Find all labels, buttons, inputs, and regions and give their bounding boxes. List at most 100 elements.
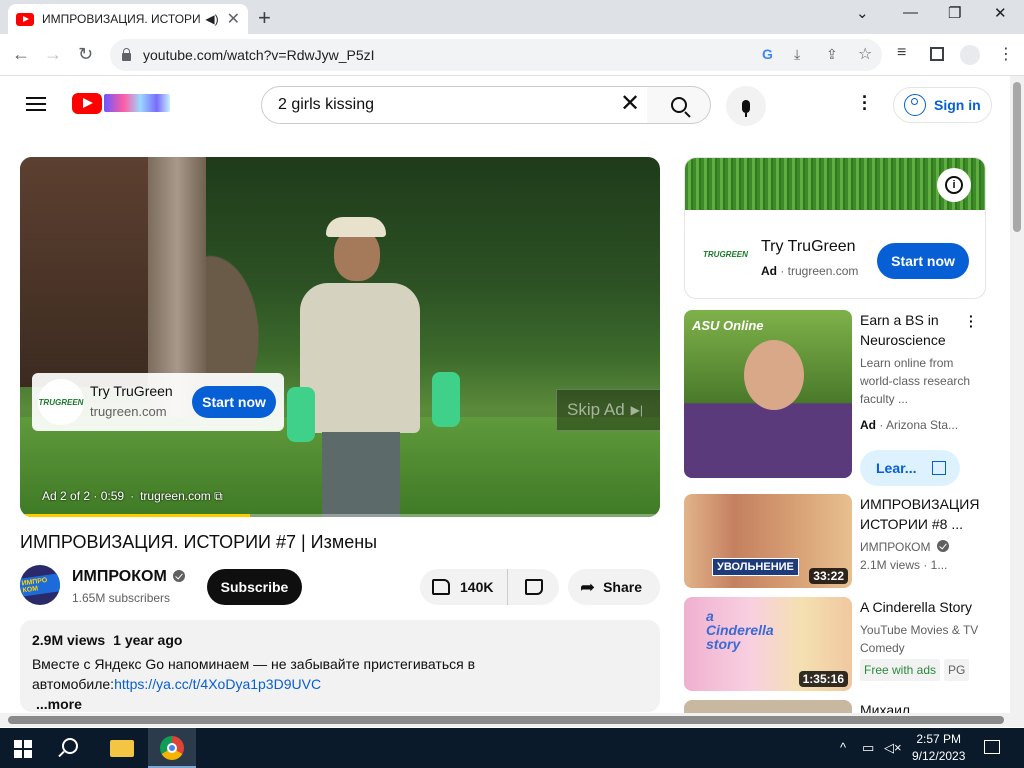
video-player[interactable]: TRUGREEN Try TruGreen trugreen.com Start… xyxy=(20,157,660,517)
recommended-title-1[interactable]: ИМПРОВИЗАЦИЯ ИСТОРИИ #8 ... xyxy=(860,494,979,534)
channel-avatar[interactable]: ИМПРО КОМ xyxy=(20,565,60,605)
description-link[interactable]: https://ya.cc/t/4XoDya1p3D9UVC xyxy=(114,676,321,692)
menu-icon[interactable] xyxy=(26,97,46,111)
chrome-taskbar-button[interactable] xyxy=(148,728,196,768)
recommended-channel-name-1[interactable]: ИМПРОКОМ xyxy=(860,540,931,554)
recommended-thumbnail-1[interactable]: УВОЛЬНЕНИЕ 33:22 xyxy=(684,494,852,588)
sign-in-button[interactable]: Sign in xyxy=(893,87,992,123)
vertical-scrollbar-thumb[interactable] xyxy=(1013,82,1021,232)
recommended-video-3[interactable]: Михаил xyxy=(684,700,986,714)
upload-age: 1 year ago xyxy=(113,632,183,648)
learn-more-label: Lear... xyxy=(876,460,917,476)
recommended-video-1[interactable]: УВОЛЬНЕНИЕ 33:22 ИМПРОВИЗАЦИЯ ИСТОРИИ #8… xyxy=(684,494,986,588)
clear-search-icon[interactable]: ✕ xyxy=(620,92,640,116)
asu-title[interactable]: Earn a BS in Neuroscience xyxy=(860,310,972,350)
restore-button[interactable]: ❐ xyxy=(948,4,961,22)
share-page-icon[interactable]: ⇪ xyxy=(826,46,838,63)
voice-search-button[interactable] xyxy=(726,86,766,126)
recommended-video-2[interactable]: a Cinderella story 1:35:16 A Cinderella … xyxy=(684,597,986,691)
like-button[interactable]: 140K xyxy=(420,569,508,605)
chrome-icon xyxy=(160,736,184,760)
network-icon[interactable]: ▭ xyxy=(862,740,874,756)
share-button[interactable]: ➦ Share xyxy=(568,569,660,605)
recommended-title-3[interactable]: Михаил xyxy=(860,700,972,714)
ad-info-button[interactable]: i xyxy=(937,168,971,202)
trugreen-logo-sidebar[interactable]: TRUGREEN xyxy=(703,250,748,259)
recommended-title-2[interactable]: A Cinderella Story xyxy=(860,597,985,617)
taskbar-search-icon[interactable] xyxy=(62,738,78,754)
ad-start-now-button[interactable]: Start now xyxy=(192,386,276,418)
side-panel-icon[interactable] xyxy=(930,47,944,61)
sidebar-ad-asu[interactable]: ASU Online Earn a BS in Neuroscience · · ·… xyxy=(684,309,986,486)
view-count: 2.9M views xyxy=(32,632,106,648)
windows-start-icon[interactable] xyxy=(14,740,32,758)
tab-close-icon[interactable]: ✕ xyxy=(227,9,240,29)
search-button[interactable] xyxy=(647,86,711,124)
like-dislike-group: 140K xyxy=(420,569,559,605)
recommended-channel-1[interactable]: ИМПРОКОМ xyxy=(860,538,972,556)
reading-list-icon[interactable]: ≡ xyxy=(897,44,906,62)
recommended-meta-1: 2.1M views · 1... xyxy=(860,558,948,572)
minimize-button[interactable]: — xyxy=(903,4,918,21)
volume-muted-icon[interactable]: ◁× xyxy=(884,740,902,756)
recommended-thumbnail-3[interactable] xyxy=(684,700,852,714)
horizontal-scrollbar[interactable] xyxy=(0,713,1024,727)
ad-progress-bar[interactable] xyxy=(20,514,660,517)
search-input[interactable]: 2 girls kissing xyxy=(261,86,648,124)
bookmark-star-icon[interactable]: ☆ xyxy=(858,44,872,64)
sidebar-ad[interactable]: i TRUGREEN Try TruGreen Ad · trugreen.co… xyxy=(684,157,986,299)
microphone-icon xyxy=(742,99,750,117)
tray-chevron-icon[interactable]: ^ xyxy=(840,740,846,755)
settings-kebab-icon[interactable]: · · · xyxy=(862,88,868,118)
vertical-scrollbar[interactable] xyxy=(1010,76,1024,716)
forward-button[interactable]: → xyxy=(44,44,62,65)
youtube-logo-icon[interactable] xyxy=(72,93,102,114)
account-icon xyxy=(904,94,926,116)
url-text[interactable]: youtube.com/watch?v=RdwJyw_P5zI xyxy=(143,47,375,63)
channel-name[interactable]: ИМПРОКОМ xyxy=(72,568,167,585)
show-more-button[interactable]: ...more xyxy=(36,694,648,714)
dislike-button[interactable] xyxy=(508,579,559,595)
skip-ad-button[interactable]: Skip Ad ▶| xyxy=(556,389,660,431)
youtube-doodle-logo[interactable] xyxy=(104,94,170,112)
player-ad-card[interactable]: TRUGREEN Try TruGreen trugreen.com Start… xyxy=(32,373,284,431)
description-line-2: автомобиле:https://ya.cc/t/4XoDya1p3D9UV… xyxy=(32,674,648,694)
asu-more-icon[interactable]: · · · xyxy=(969,309,974,333)
video-title: ИМПРОВИЗАЦИЯ. ИСТОРИИ #7 | Измены xyxy=(20,532,378,552)
recommended-thumbnail-2[interactable]: a Cinderella story 1:35:16 xyxy=(684,597,852,691)
skip-next-icon: ▶| xyxy=(630,403,644,417)
file-explorer-icon[interactable] xyxy=(110,740,134,757)
learn-more-button[interactable]: Lear... xyxy=(860,450,960,486)
notification-center-icon[interactable] xyxy=(984,740,1000,754)
external-link-icon[interactable]: ⧉ xyxy=(214,489,223,503)
browser-tab[interactable]: ИМПРОВИЗАЦИЯ. ИСТОРИ ◀) ✕ xyxy=(8,4,248,34)
back-button[interactable]: ← xyxy=(12,44,30,65)
new-tab-button[interactable]: + xyxy=(258,5,271,31)
install-app-icon[interactable]: ⤓ xyxy=(794,46,800,63)
speaker-icon[interactable]: ◀) xyxy=(205,12,218,26)
asu-thumbnail[interactable]: ASU Online xyxy=(684,310,852,478)
lock-icon[interactable] xyxy=(122,47,131,61)
taskbar-clock[interactable]: 2:57 PM 9/12/2023 xyxy=(912,731,965,765)
close-window-button[interactable]: ✕ xyxy=(994,4,1007,22)
ad-card-site[interactable]: trugreen.com xyxy=(90,404,167,419)
sidebar-ad-title[interactable]: Try TruGreen xyxy=(761,238,856,256)
profile-avatar-icon[interactable] xyxy=(960,45,980,65)
reload-button[interactable]: ↻ xyxy=(78,44,93,65)
ad-card-title[interactable]: Try TruGreen xyxy=(90,383,173,399)
google-lens-icon[interactable]: G xyxy=(762,46,773,62)
address-bar[interactable]: youtube.com/watch?v=RdwJyw_P5zI G ⤓ ⇪ ☆ xyxy=(110,39,882,71)
sidebar-start-now-button[interactable]: Start now xyxy=(877,243,969,279)
search-query-text[interactable]: 2 girls kissing xyxy=(278,96,374,114)
description-box[interactable]: 2.9M views 1 year ago Вместе с Яндекс Go … xyxy=(20,620,660,712)
subscribe-button[interactable]: Subscribe xyxy=(207,569,302,605)
share-arrow-icon: ➦ xyxy=(580,576,596,597)
horizontal-scrollbar-thumb[interactable] xyxy=(8,716,1004,724)
tab-search-dropdown-icon[interactable]: ⌄ xyxy=(856,4,869,22)
ad-domain-link[interactable]: trugreen.com xyxy=(140,489,211,503)
browser-menu-icon[interactable]: ⋮ xyxy=(998,44,1014,64)
channel-name-link[interactable]: ИМПРОКОМ xyxy=(72,568,185,586)
trugreen-logo[interactable]: TRUGREEN xyxy=(38,379,84,425)
recommended-channel-2[interactable]: YouTube Movies & TV xyxy=(860,621,985,639)
thumbnail-caption-2: a Cinderella story xyxy=(706,608,774,652)
